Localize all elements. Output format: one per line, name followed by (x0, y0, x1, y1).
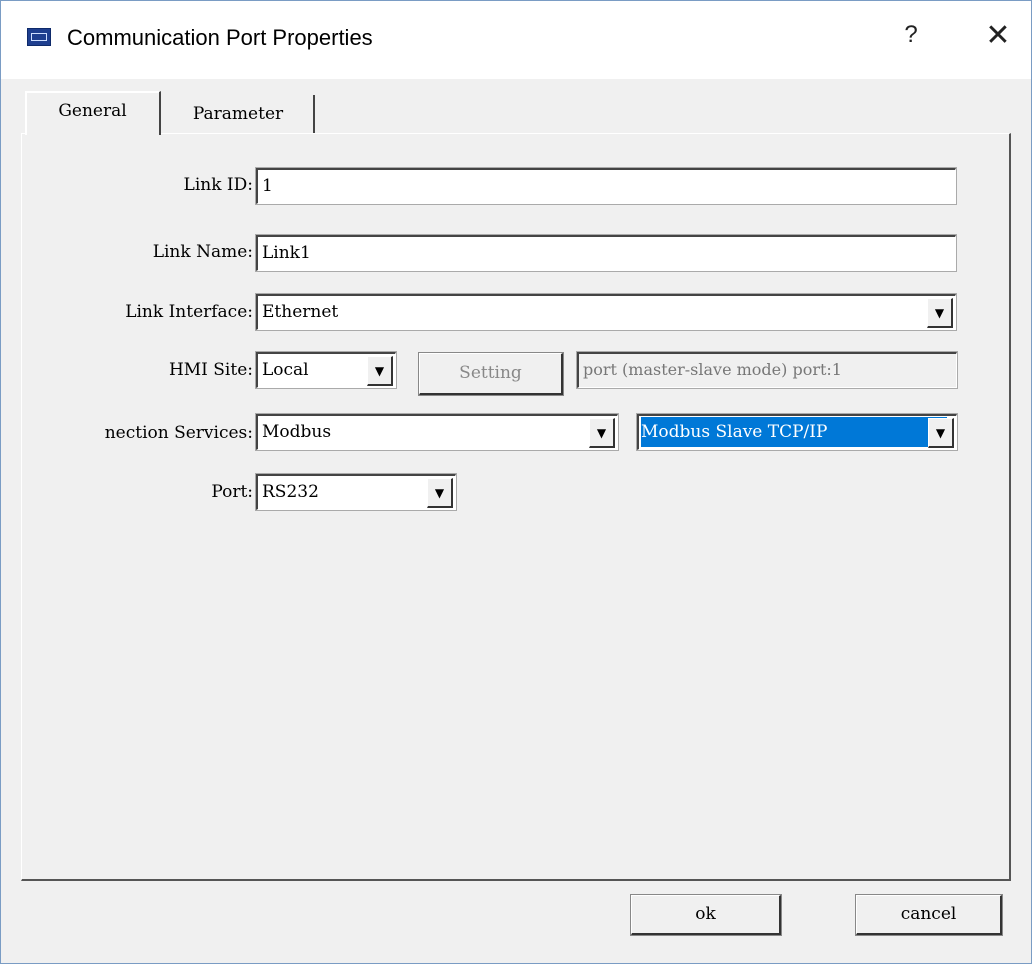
link-id-value: 1 (262, 176, 273, 196)
setting-button[interactable]: Setting (418, 352, 564, 396)
ok-button[interactable]: ok (630, 894, 782, 936)
port-label: Port: (211, 482, 253, 502)
link-name-label: Link Name: (152, 242, 253, 262)
link-name-value: Link1 (262, 243, 311, 263)
protocol-select[interactable]: Modbus Slave TCP/IP ▼ (636, 413, 958, 451)
link-interface-label: Link Interface: (125, 302, 253, 322)
protocol-value: Modbus Slave TCP/IP (641, 417, 948, 447)
port-select[interactable]: RS232 ▼ (255, 473, 457, 511)
chevron-down-icon[interactable]: ▼ (928, 418, 954, 448)
chevron-down-icon[interactable]: ▼ (927, 298, 953, 328)
connection-services-label: nection Services: (104, 423, 253, 443)
dialog-title: Communication Port Properties (67, 25, 373, 50)
port-value: RS232 (262, 482, 319, 502)
tab-general[interactable]: General (25, 91, 161, 135)
help-icon[interactable]: ? (899, 21, 923, 49)
cancel-button[interactable]: cancel (855, 894, 1003, 936)
hmi-site-label: HMI Site: (168, 360, 253, 380)
link-id-input[interactable]: 1 (255, 167, 957, 205)
port-info-field: port (master-slave mode) port:1 (576, 351, 958, 389)
hmi-site-value: Local (262, 360, 309, 380)
hmi-app-icon (27, 28, 51, 46)
dialog-window: Communication Port Properties ? ✕ Genera… (0, 0, 1032, 964)
link-interface-value: Ethernet (262, 302, 339, 322)
hmi-site-select[interactable]: Local ▼ (255, 351, 397, 389)
chevron-down-icon[interactable]: ▼ (427, 478, 453, 508)
chevron-down-icon[interactable]: ▼ (367, 356, 393, 386)
tab-parameter[interactable]: Parameter (163, 95, 315, 133)
connection-services-select[interactable]: Modbus ▼ (255, 413, 619, 451)
link-id-label: Link ID: (183, 175, 253, 195)
link-interface-select[interactable]: Ethernet ▼ (255, 293, 957, 331)
chevron-down-icon[interactable]: ▼ (589, 418, 615, 448)
connection-services-value: Modbus (262, 422, 332, 442)
link-name-input[interactable]: Link1 (255, 234, 957, 272)
port-info-text: port (master-slave mode) port:1 (583, 360, 842, 379)
title-bar[interactable]: Communication Port Properties ? ✕ (1, 1, 1031, 79)
close-icon[interactable]: ✕ (983, 18, 1013, 53)
